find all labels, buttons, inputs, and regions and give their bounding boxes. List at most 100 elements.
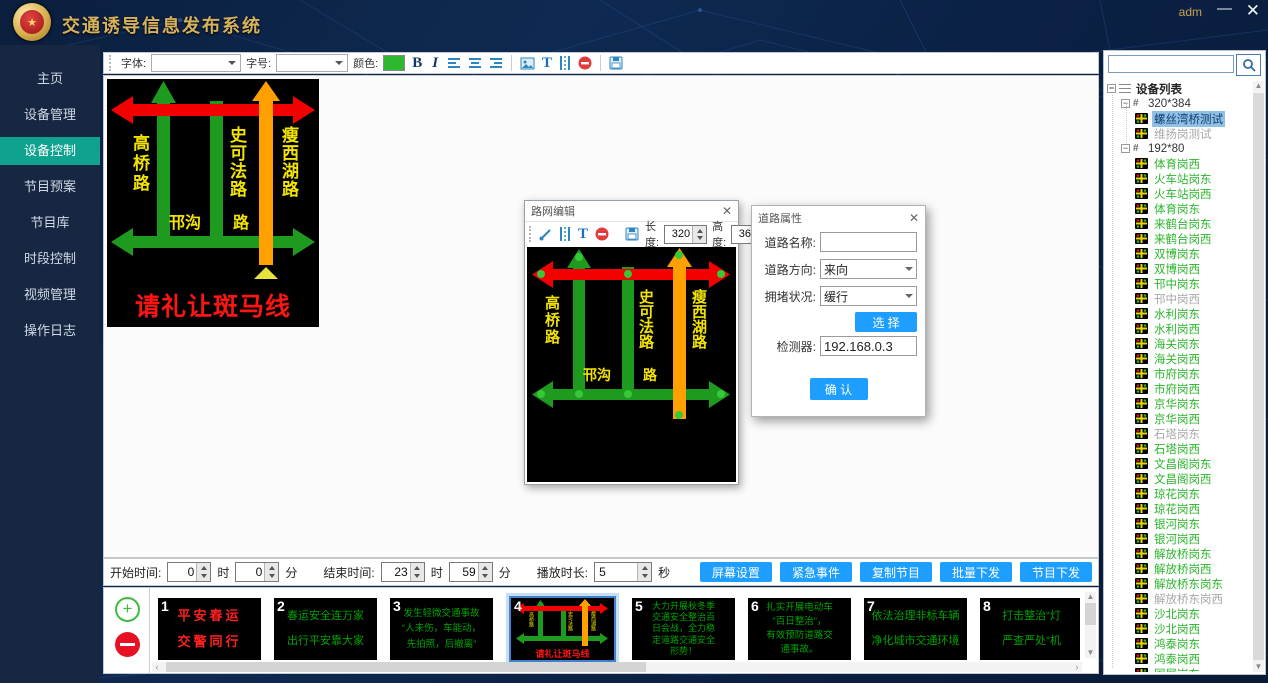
tree-item-device[interactable]: 邗中岗西 xyxy=(1107,291,1252,306)
dialog-titlebar[interactable]: 道路属性 ✕ xyxy=(752,206,925,230)
program-thumbnail[interactable]: 5 大力开展秋冬季交通安全整治百日会战，全力稳定道路交通安全形势！ xyxy=(632,598,735,660)
program-thumbnail[interactable]: 8 打击整治“灯严查严处“机 xyxy=(980,598,1080,660)
scroll-left-icon[interactable]: ‹ xyxy=(152,662,162,672)
font-size-select[interactable] xyxy=(276,54,348,72)
program-thumbnail[interactable]: 6 扎实开展电动车“百日整治”，有效预防道路交通事故。 xyxy=(748,598,851,660)
sidebar-item[interactable]: 设备控制 xyxy=(0,137,100,165)
end-minute-input[interactable]: 59 xyxy=(449,562,493,582)
road-name-field[interactable] xyxy=(820,232,917,252)
remove-program-button[interactable] xyxy=(115,632,140,657)
image-icon[interactable] xyxy=(519,57,536,70)
tree-group-resolution[interactable]: 320*384 xyxy=(1107,96,1252,111)
program-thumbnail[interactable]: 2 春运安全连万家出行平安靠大家 xyxy=(274,598,377,660)
program-thumbnail[interactable]: 3 发生轻微交通事故“人未伤，车能动，先拍照，后撤离” xyxy=(390,598,493,660)
tree-item-device[interactable]: 维扬岗测试 xyxy=(1107,126,1252,141)
delete-icon[interactable] xyxy=(594,227,610,241)
tree-item-device[interactable]: 沙北岗东 xyxy=(1107,606,1252,621)
tree-item-device[interactable]: 文昌阁岗西 xyxy=(1107,471,1252,486)
tree-item-device[interactable]: 市府岗西 xyxy=(1107,381,1252,396)
scrollbar-thumb[interactable] xyxy=(1085,603,1096,625)
tree-item-device[interactable]: 石塔岗东 xyxy=(1107,426,1252,441)
spinner-buttons[interactable] xyxy=(478,563,492,581)
spinner-buttons[interactable] xyxy=(692,226,706,243)
tree-item-device[interactable]: 沙北岗西 xyxy=(1107,621,1252,636)
collapse-icon[interactable] xyxy=(1121,99,1130,108)
start-minute-input[interactable]: 0 xyxy=(235,562,279,582)
spinner-down-icon[interactable] xyxy=(414,574,420,578)
spinner-buttons[interactable] xyxy=(410,563,424,581)
add-program-button[interactable]: + xyxy=(115,597,140,622)
tree-item-device[interactable]: 鸿泰岗东 xyxy=(1107,636,1252,651)
tree-item-device[interactable]: 银河岗西 xyxy=(1107,531,1252,546)
tree-item-device[interactable]: 水利岗东 xyxy=(1107,306,1252,321)
tree-item-device[interactable]: 国展岗东 xyxy=(1107,666,1252,672)
delete-icon[interactable] xyxy=(577,56,593,70)
length-input[interactable]: 320 xyxy=(664,225,707,244)
sidebar-item[interactable]: 操作日志 xyxy=(0,317,100,345)
spinner-down-icon[interactable] xyxy=(642,574,648,578)
spinner-down-icon[interactable] xyxy=(269,574,275,578)
tree-item-device[interactable]: 京华岗西 xyxy=(1107,411,1252,426)
editor-canvas[interactable]: 高桥路 史可法路 瘦西湖路 邗沟 路 请礼让斑马线 路网编辑 ✕ T xyxy=(103,75,1099,558)
close-icon[interactable]: ✕ xyxy=(1246,2,1260,20)
congestion-select[interactable]: 缓行 xyxy=(820,286,917,306)
duration-input[interactable]: 5 xyxy=(594,562,652,582)
text-tool-icon[interactable]: T xyxy=(577,226,589,243)
save-icon[interactable] xyxy=(624,227,640,241)
led-display-preview[interactable]: 高桥路 史可法路 瘦西湖路 邗沟 路 请礼让斑马线 xyxy=(107,79,319,327)
sidebar-item[interactable]: 节目库 xyxy=(0,209,100,237)
spinner-down-icon[interactable] xyxy=(201,574,207,578)
search-button[interactable] xyxy=(1236,54,1261,76)
tree-item-device[interactable]: 解放桥岗东 xyxy=(1107,546,1252,561)
sidebar-item[interactable]: 时段控制 xyxy=(0,245,100,273)
tree-item-device[interactable]: 解放桥岗西 xyxy=(1107,561,1252,576)
start-hour-input[interactable]: 0 xyxy=(167,562,211,582)
scroll-right-icon[interactable]: › xyxy=(1072,662,1082,672)
end-hour-input[interactable]: 23 xyxy=(381,562,425,582)
program-thumbnail[interactable]: 1 平安春运交警同行 xyxy=(158,598,261,660)
tree-item-device[interactable]: 邗中岗东 xyxy=(1107,276,1252,291)
road-icon[interactable] xyxy=(558,56,572,70)
collapse-icon[interactable] xyxy=(1121,144,1130,153)
action-button[interactable]: 复制节目 xyxy=(860,562,932,582)
tree-item-device[interactable]: 市府岗东 xyxy=(1107,366,1252,381)
detector-field[interactable]: 192.168.0.3 xyxy=(820,336,917,356)
close-icon[interactable]: ✕ xyxy=(722,204,732,218)
tree-item-device[interactable]: 体育岗西 xyxy=(1107,156,1252,171)
tree-item-device[interactable]: 水利岗西 xyxy=(1107,321,1252,336)
scroll-down-icon[interactable]: ▼ xyxy=(1085,648,1096,658)
tree-item-device[interactable]: 来鹤台岗东 xyxy=(1107,216,1252,231)
spinner-down-icon[interactable] xyxy=(697,236,703,240)
roadnet-edit-canvas[interactable]: 高桥路 史可法路 瘦西湖路 邗沟 路 xyxy=(527,247,736,482)
tree-item-device[interactable]: 鸿泰岗西 xyxy=(1107,651,1252,666)
tree-item-device[interactable]: 体育岗东 xyxy=(1107,201,1252,216)
tree-item-device[interactable]: 双博岗西 xyxy=(1107,261,1252,276)
horizontal-scrollbar[interactable]: ‹ › xyxy=(152,662,1082,672)
spinner-up-icon[interactable] xyxy=(269,566,275,570)
dialog-titlebar[interactable]: 路网编辑 ✕ xyxy=(525,201,738,221)
road-direction-select[interactable]: 来向 xyxy=(820,259,917,279)
road-icon[interactable] xyxy=(558,227,572,241)
action-button[interactable]: 屏幕设置 xyxy=(700,562,772,582)
line-draw-icon[interactable] xyxy=(538,228,553,241)
tree-item-device[interactable]: 火车站岗东 xyxy=(1107,171,1252,186)
confirm-button[interactable]: 确 认 xyxy=(810,378,868,400)
align-right-icon[interactable] xyxy=(488,57,504,69)
tree-item-device[interactable]: 双博岗东 xyxy=(1107,246,1252,261)
scrollbar-thumb[interactable] xyxy=(1253,93,1264,660)
scroll-down-icon[interactable]: ▼ xyxy=(1253,662,1264,672)
italic-button[interactable]: I xyxy=(429,55,441,72)
tree-item-device[interactable]: 文昌阁岗东 xyxy=(1107,456,1252,471)
spinner-up-icon[interactable] xyxy=(697,229,703,233)
color-swatch[interactable] xyxy=(383,55,405,71)
tree-item-device[interactable]: 琼花岗西 xyxy=(1107,501,1252,516)
scroll-up-icon[interactable]: ▲ xyxy=(1085,592,1096,602)
vertical-scrollbar[interactable]: ▲ ▼ xyxy=(1085,592,1096,658)
align-left-icon[interactable] xyxy=(446,57,462,69)
scrollbar-thumb[interactable] xyxy=(166,662,646,672)
font-family-select[interactable] xyxy=(151,54,241,72)
tree-item-device[interactable]: 解放桥东岗西 xyxy=(1107,591,1252,606)
tree-item-device[interactable]: 琼花岗东 xyxy=(1107,486,1252,501)
spinner-up-icon[interactable] xyxy=(642,566,648,570)
align-center-icon[interactable] xyxy=(467,57,483,69)
